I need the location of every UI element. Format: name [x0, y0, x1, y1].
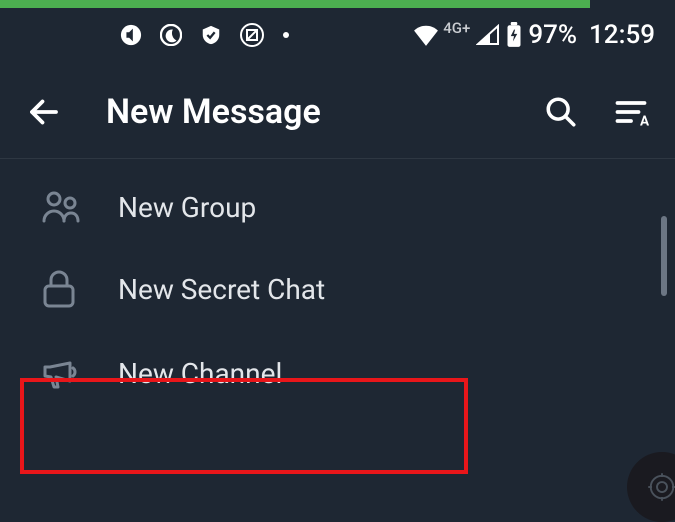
menu-item-label: New Secret Chat — [118, 273, 325, 306]
new-group-item[interactable]: New Group — [0, 167, 675, 247]
camera-overlay-icon — [627, 452, 675, 522]
top-green-bar — [0, 0, 590, 8]
signal-icon — [476, 24, 500, 46]
battery-icon — [506, 22, 522, 48]
search-button[interactable] — [541, 92, 581, 132]
clock: 12:59 — [589, 20, 655, 50]
menu-item-label: New Channel — [118, 357, 282, 390]
network-label: 4G+ — [443, 19, 470, 37]
status-bar: 4G+ 97% 12:59 — [0, 8, 675, 74]
back-button[interactable] — [24, 92, 64, 132]
status-right: 4G+ 97% 12:59 — [413, 20, 655, 50]
shield-icon — [200, 24, 222, 46]
scroll-indicator[interactable] — [661, 216, 667, 296]
group-icon — [40, 189, 84, 225]
dot-icon — [282, 31, 290, 39]
toolbar: New Message A — [0, 74, 675, 159]
app-icon — [240, 23, 264, 47]
new-secret-chat-item[interactable]: New Secret Chat — [0, 247, 675, 331]
menu-list: New Group New Secret Chat New Channel — [0, 159, 675, 415]
megaphone-icon — [40, 353, 84, 393]
wifi-icon — [413, 24, 439, 46]
sound-icon — [120, 24, 142, 46]
sort-button[interactable]: A — [611, 92, 651, 132]
moon-icon — [160, 24, 182, 46]
menu-item-label: New Group — [118, 191, 256, 224]
svg-text:A: A — [640, 114, 649, 130]
status-left-icons — [120, 23, 290, 47]
battery-percent: 97% — [528, 20, 577, 50]
page-title: New Message — [106, 92, 517, 132]
new-channel-item[interactable]: New Channel — [0, 331, 675, 415]
lock-icon — [40, 269, 84, 309]
